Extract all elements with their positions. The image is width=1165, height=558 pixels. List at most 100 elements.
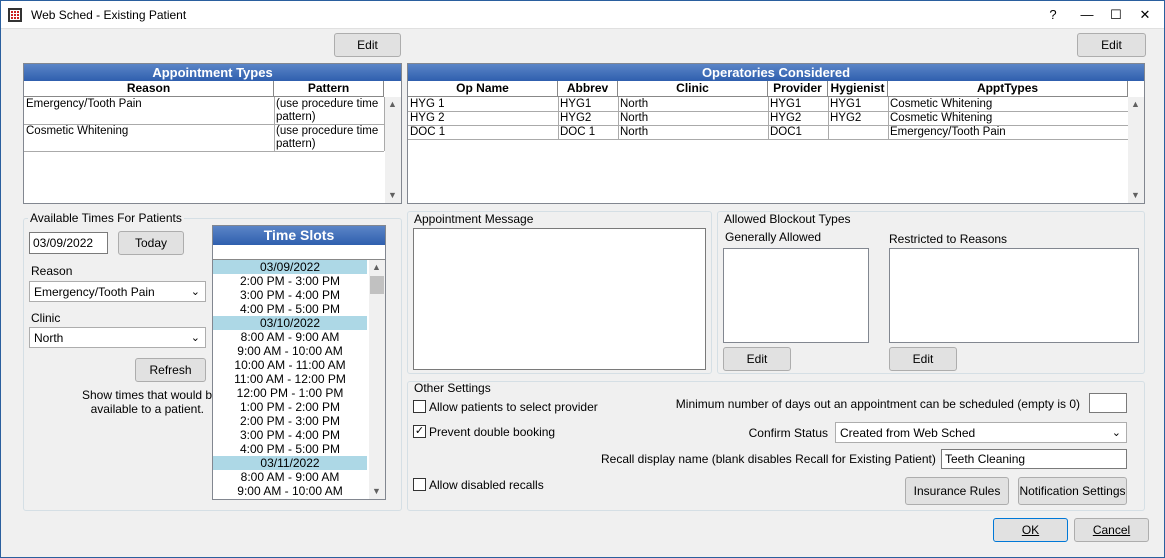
op-name-cell: HYG 2 [410,112,445,124]
provider-cell: HYG2 [770,112,802,124]
time-slot-item[interactable]: 11:00 AM - 12:00 PM [213,372,367,386]
col-appt-types[interactable]: ApptTypes [888,81,1128,97]
minimize-icon[interactable]: — [1078,6,1096,24]
confirm-status-select[interactable]: Created from Web Sched ⌄ [835,422,1127,443]
appt-types-cell: Cosmetic Whitening [890,98,993,110]
clinic-select-value: North [34,331,64,345]
col-divider [274,97,275,151]
time-slot-item[interactable]: 3:00 PM - 4:00 PM [213,288,367,302]
time-slot-date[interactable]: 03/09/2022 [213,260,367,274]
min-days-label: Minimum number of days out an appointmen… [675,397,1080,411]
prevent-double-checkbox[interactable]: ✓ [413,425,426,438]
edit-appt-types-button[interactable]: Edit [334,33,401,57]
time-slots-scrollbar[interactable]: ▲ ▼ [369,260,385,499]
edit-operatories-button[interactable]: Edit [1077,33,1146,57]
clinic-label: Clinic [31,311,61,325]
time-slot-item[interactable]: 2:00 PM - 3:00 PM [213,414,367,428]
col-reason[interactable]: Reason [24,81,274,97]
help-icon[interactable]: ? [1044,6,1062,24]
row-divider [408,139,1128,140]
col-abbrev[interactable]: Abbrev [558,81,618,97]
col-divider [828,97,829,139]
abbrev-cell: HYG2 [560,112,592,124]
maximize-icon[interactable]: ☐ [1107,6,1125,24]
col-clinic[interactable]: Clinic [618,81,768,97]
time-slot-item[interactable]: 8:00 AM - 9:00 AM [213,470,367,484]
note-line2: available to a patient. [90,402,204,416]
appointment-message-input[interactable] [413,228,706,370]
chevron-down-icon: ⌄ [190,286,200,298]
date-input[interactable] [29,232,108,254]
reason-cell: Emergency/Tooth Pain [26,98,142,110]
scroll-thumb[interactable] [370,276,384,294]
cancel-button[interactable]: Cancel [1074,518,1149,542]
clinic-select[interactable]: North ⌄ [29,327,206,348]
operatories-grid: Operatories Considered Op Name Abbrev Cl… [407,63,1145,204]
col-divider [618,97,619,139]
hygienist-cell: HYG1 [830,98,862,110]
reason-cell: Cosmetic Whitening [26,125,129,137]
edit-generally-button[interactable]: Edit [723,347,791,371]
allow-provider-checkbox[interactable] [413,400,426,413]
reason-select[interactable]: Emergency/Tooth Pain ⌄ [29,281,206,302]
available-times-label: Available Times For Patients [28,211,184,225]
confirm-status-value: Created from Web Sched [840,426,976,440]
appt-types-cell: Emergency/Tooth Pain [890,126,1006,138]
clinic-cell: North [620,98,649,110]
pattern-cell: (use procedure time [276,98,379,110]
time-slot-item[interactable]: 4:00 PM - 5:00 PM [213,442,367,456]
ok-button[interactable]: OK [993,518,1068,542]
pattern-cell: pattern) [276,138,316,150]
generally-allowed-list[interactable] [723,248,869,343]
time-slot-item[interactable]: 9:00 AM - 10:00 AM [213,344,367,358]
refresh-button[interactable]: Refresh [135,358,206,382]
close-icon[interactable]: ✕ [1136,6,1154,24]
restricted-label: Restricted to Reasons [889,232,1008,246]
time-slots-grid: Time Slots 03/09/2022 2:00 PM - 3:00 PM 3:… [212,225,386,500]
appt-types-scrollbar[interactable]: ▲ ▼ [385,97,401,203]
provider-cell: DOC1 [770,126,802,138]
time-slot-date[interactable]: 03/10/2022 [213,316,367,330]
col-provider[interactable]: Provider [768,81,828,97]
time-slot-item[interactable]: 9:00 AM - 10:00 AM [213,484,367,498]
col-divider [768,97,769,139]
clinic-cell: North [620,112,649,124]
notification-settings-button[interactable]: Notification Settings [1018,477,1127,505]
chevron-down-icon: ⌄ [1111,427,1121,439]
time-slot-item[interactable]: 12:00 PM - 1:00 PM [213,386,367,400]
time-slot-item[interactable]: 10:00 AM - 11:00 AM [213,358,367,372]
time-slots-list: 03/09/2022 2:00 PM - 3:00 PM 3:00 PM - 4:0… [213,260,368,500]
allow-disabled-checkbox[interactable] [413,478,426,491]
abbrev-cell: HYG1 [560,98,592,110]
time-slot-item[interactable]: 4:00 PM - 5:00 PM [213,302,367,316]
time-slot-date[interactable]: 03/11/2022 [213,456,367,470]
time-slot-item[interactable]: 8:00 AM - 9:00 AM [213,330,367,344]
abbrev-cell: DOC 1 [560,126,596,138]
recall-name-input[interactable] [941,449,1127,469]
edit-restricted-button[interactable]: Edit [889,347,957,371]
recall-name-label: Recall display name (blank disables Reca… [601,452,936,466]
scroll-down-icon[interactable]: ▼ [1128,188,1143,203]
restricted-list[interactable] [889,248,1139,343]
op-name-cell: DOC 1 [410,126,446,138]
window-title: Web Sched - Existing Patient [31,8,187,22]
scroll-down-icon[interactable]: ▼ [385,188,400,203]
time-slot-item[interactable]: 2:00 PM - 3:00 PM [213,274,367,288]
col-pattern[interactable]: Pattern [274,81,384,97]
scroll-up-icon[interactable]: ▲ [369,260,384,275]
scroll-up-icon[interactable]: ▲ [1128,97,1143,112]
insurance-rules-button[interactable]: Insurance Rules [905,477,1009,505]
col-op-name[interactable]: Op Name [408,81,558,97]
time-slot-item[interactable]: 1:00 PM - 2:00 PM [213,400,367,414]
time-slot-item[interactable]: 3:00 PM - 4:00 PM [213,428,367,442]
checkmark-icon: ✓ [414,425,425,437]
today-button[interactable]: Today [118,231,184,255]
operatories-scrollbar[interactable]: ▲ ▼ [1128,97,1144,203]
min-days-input[interactable] [1089,393,1127,413]
chevron-down-icon: ⌄ [190,332,200,344]
scroll-up-icon[interactable]: ▲ [385,97,400,112]
col-hygienist[interactable]: Hygienist [828,81,888,97]
appointment-types-title: Appointment Types [24,64,401,81]
pattern-cell: (use procedure time [276,125,379,137]
scroll-down-icon[interactable]: ▼ [369,484,384,499]
